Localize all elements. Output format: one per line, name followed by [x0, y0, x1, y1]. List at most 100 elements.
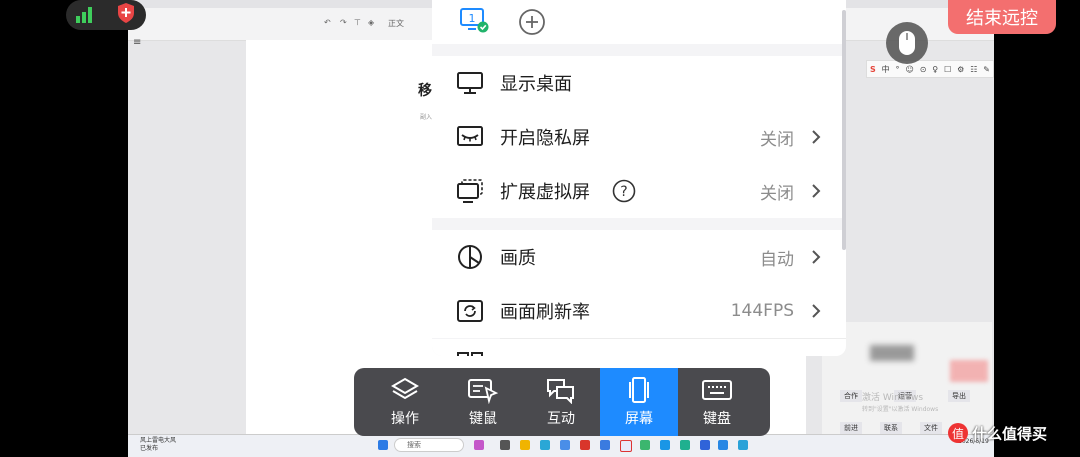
weather-widget[interactable]: 风上雷电大风 已发布 [140, 437, 176, 453]
menu-item-privacy-screen[interactable]: 开启隐私屏 关闭 [432, 110, 846, 164]
menu-item-label: 显示桌面 [500, 74, 572, 95]
ime-item[interactable]: ☷ [970, 65, 977, 74]
toolbar-label: 屏幕 [625, 411, 653, 427]
wps-icon[interactable] [580, 440, 590, 450]
ime-item[interactable]: ° [896, 65, 900, 74]
menu-item-value: 144FPS [730, 301, 794, 321]
layers-icon [391, 377, 419, 400]
toolbar-keyboard-mouse-button[interactable]: 键鼠 [444, 368, 522, 436]
mouse-icon [899, 31, 915, 55]
ime-item[interactable]: ☐ [944, 65, 951, 74]
toolbar-screen-button[interactable]: 屏幕 [600, 368, 678, 436]
toolbar-interact-button[interactable]: 互动 [522, 368, 600, 436]
app-icon[interactable] [680, 440, 690, 450]
menu-scrollbar[interactable] [842, 10, 846, 250]
menu-item-quality[interactable]: 画质 自动 [432, 230, 846, 284]
remote-bottom-toolbar: 操作 键鼠 互动 屏幕 键盘 [354, 368, 770, 436]
activate-windows-hint: 转到"设置"以激活 Windows [862, 406, 939, 413]
eraser-icon[interactable]: ◈ [368, 18, 374, 27]
menu-hamburger-icon[interactable]: ≡ [133, 37, 141, 48]
signal-bars-icon [76, 5, 96, 23]
toolbar-label: 键盘 [703, 411, 731, 427]
toolbar-label: 操作 [391, 411, 419, 427]
chevron-right-icon [812, 184, 821, 198]
side-button[interactable]: 导出 [948, 390, 970, 402]
menu-item-label: 画质 [500, 248, 536, 269]
taskbar-search[interactable]: 搜索 [394, 438, 464, 452]
chat-icon [547, 379, 574, 404]
ime-item[interactable]: 中 [882, 64, 890, 75]
ime-item[interactable]: S [870, 65, 876, 74]
ime-toolbar[interactable]: S 中 ° ☺ ⊙ ♀ ☐ ⚙ ☷ ✎ [866, 60, 994, 78]
menu-item-refresh-rate[interactable]: 画面刷新率 144FPS [432, 284, 846, 338]
style-select[interactable]: 正文 [388, 18, 404, 29]
toolbar-label: 互动 [547, 411, 575, 427]
ime-item[interactable]: ♀ [932, 65, 938, 74]
smzdm-logo-icon: 值 [948, 423, 968, 443]
source-watermark: 值 什么值得买 [948, 418, 1047, 448]
svg-text:?: ? [620, 184, 627, 200]
chevron-right-icon [812, 130, 821, 144]
document-title: 移 [418, 83, 432, 99]
ai-icon[interactable] [620, 440, 632, 452]
blurred-image [950, 360, 988, 382]
side-button[interactable]: 文件 [920, 422, 942, 434]
undo-icon[interactable]: ↶ [324, 18, 331, 27]
wechat-icon[interactable] [640, 440, 650, 450]
folder-icon[interactable] [520, 440, 530, 450]
privacy-screen-icon [457, 126, 483, 146]
add-screen-icon[interactable] [518, 8, 546, 36]
screen-selector-bar: 1 [432, 0, 846, 44]
menu-item-value: 关闭 [760, 129, 794, 150]
menu-item-show-desktop[interactable]: 显示桌面 [432, 56, 846, 110]
blurred-avatar [870, 345, 914, 361]
svg-text:1: 1 [469, 12, 476, 25]
menu-item-label: 开启隐私屏 [500, 128, 590, 149]
ime-item[interactable]: ☺ [905, 65, 913, 74]
keyboard-mouse-icon [468, 379, 499, 404]
app-icon[interactable] [700, 440, 710, 450]
side-button[interactable]: 合作 [840, 390, 862, 402]
side-button[interactable]: 联系 [880, 422, 902, 434]
grid-icon [457, 352, 483, 356]
screen-menu-popup: 1 显示桌面 开启隐私屏 关闭 扩展虚拟屏 ? 关闭 画质 自动 画面刷新率 1… [432, 0, 846, 356]
end-remote-control-button[interactable]: 结束远控 [948, 0, 1056, 34]
quality-icon [458, 245, 482, 269]
chevron-right-icon [812, 304, 821, 318]
weather-text: 风上雷电大风 [140, 437, 177, 444]
app-icon[interactable] [500, 440, 510, 450]
mouse-toggle-button[interactable] [886, 22, 928, 64]
activate-windows-watermark: 激活 Windows [862, 393, 924, 403]
edge-icon[interactable] [540, 440, 550, 450]
windows-start-icon[interactable] [378, 440, 388, 450]
menu-item-virtual-screen[interactable]: 扩展虚拟屏 ? 关闭 [432, 164, 846, 218]
screen-icon [629, 377, 649, 403]
refresh-rate-icon [457, 300, 483, 322]
ime-item[interactable]: ✎ [983, 65, 990, 74]
ime-item[interactable]: ⊙ [920, 65, 927, 74]
app-icon[interactable] [738, 440, 748, 450]
weather-subtext: 已发布 [140, 445, 159, 452]
menu-item-label: 画面刷新率 [500, 302, 590, 323]
format-icon[interactable]: ⊤ [354, 18, 361, 27]
side-button[interactable]: 前进 [840, 422, 862, 434]
app-icon[interactable] [660, 440, 670, 450]
app-icon[interactable] [600, 440, 610, 450]
help-icon[interactable]: ? [612, 179, 636, 203]
menu-item-partial[interactable] [432, 339, 846, 356]
app-icon[interactable] [474, 440, 484, 450]
virtual-screen-icon [457, 179, 483, 203]
menu-item-value: 自动 [760, 249, 794, 270]
menu-item-value: 关闭 [760, 183, 794, 204]
monitor-desktop-icon [457, 72, 483, 94]
app-icon[interactable] [560, 440, 570, 450]
source-watermark-text: 什么值得买 [972, 424, 1048, 443]
toolbar-operate-button[interactable]: 操作 [366, 368, 444, 436]
menu-item-label: 扩展虚拟屏 [500, 182, 590, 203]
document-subtitle: 副入 [420, 114, 433, 121]
toolbar-keyboard-button[interactable]: 键盘 [678, 368, 756, 436]
ime-item[interactable]: ⚙ [957, 65, 964, 74]
screen-one-active-icon[interactable]: 1 [460, 8, 490, 34]
redo-icon[interactable]: ↷ [340, 18, 347, 27]
app-icon[interactable] [718, 440, 728, 450]
